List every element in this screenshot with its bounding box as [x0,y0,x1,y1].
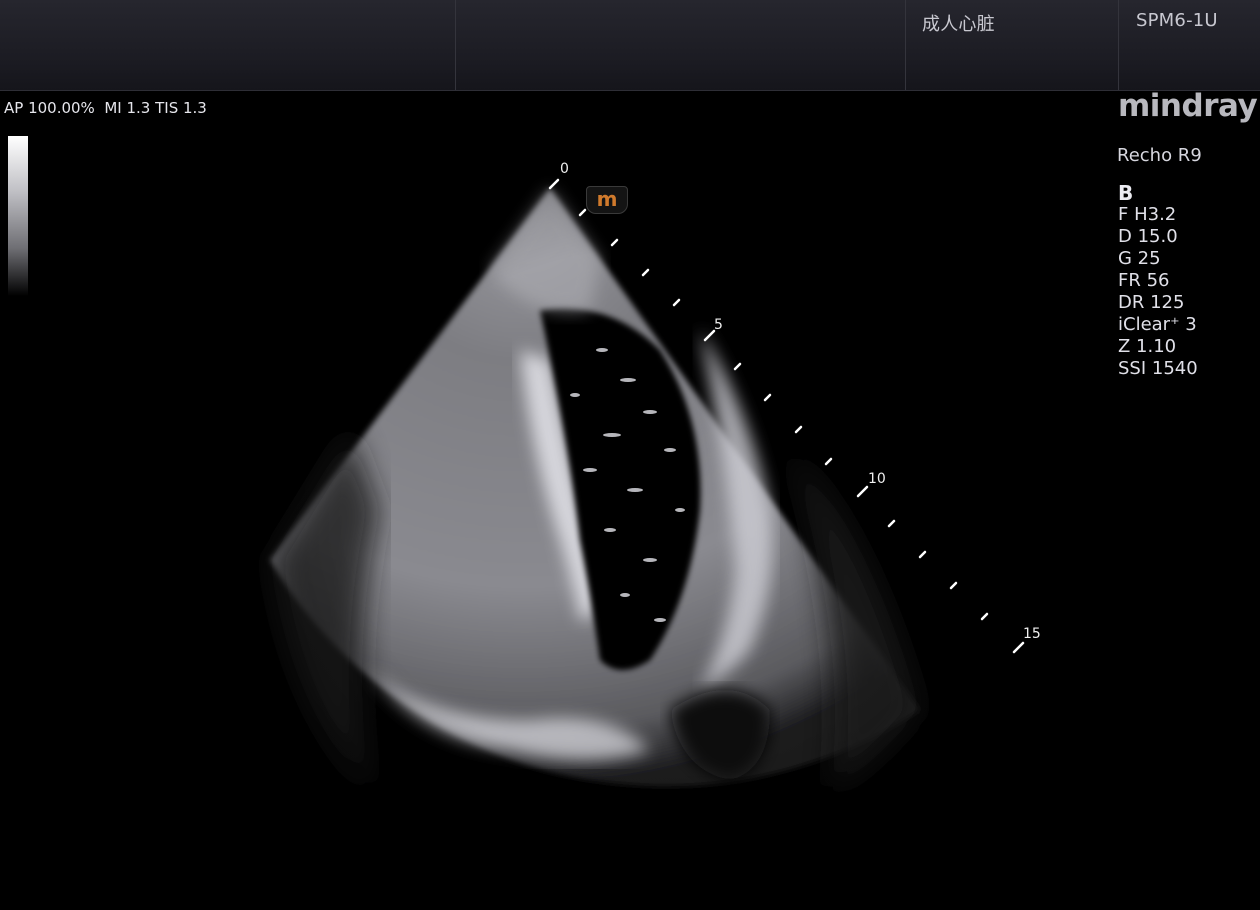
topbar-segment-2 [456,0,906,90]
orientation-marker-icon: m [586,186,628,214]
topbar-segment-preset[interactable]: 成人心脏 [906,0,1119,90]
imaging-parameter-list: F H3.2 D 15.0 G 25 FR 56 DR 125 iClear⁺ … [1118,204,1198,380]
acoustic-output-readout: AP 100.00% MI 1.3 TIS 1.3 [4,99,207,117]
param-dynamic-range: DR 125 [1118,292,1185,313]
brand-logo: mindray [1118,88,1258,124]
top-status-bar: 成人心脏 SPM6-1U [0,0,1260,91]
param-iclear: iClear⁺ 3 [1118,314,1197,335]
system-model-label: Recho R9 [1117,145,1202,166]
param-depth: D 15.0 [1118,226,1178,247]
exam-preset-label: 成人心脏 [922,14,995,35]
depth-label-15: 15 [1023,626,1041,642]
imaging-mode-label: B [1118,181,1134,205]
ultrasound-sector-image[interactable] [230,150,1060,870]
param-zoom: Z 1.10 [1118,336,1177,357]
param-frequency: F H3.2 [1118,204,1177,225]
depth-label-5: 5 [714,317,723,333]
param-ssi: SSI 1540 [1118,358,1198,379]
depth-label-0: 0 [560,161,569,177]
depth-label-10: 10 [868,471,886,487]
param-frame-rate: FR 56 [1118,270,1170,291]
param-gain: G 25 [1118,248,1161,269]
topbar-segment-probe[interactable]: SPM6-1U [1119,0,1260,90]
topbar-segment-1 [0,0,456,90]
grayscale-map-bar [8,136,28,296]
probe-label: SPM6-1U [1136,10,1218,31]
